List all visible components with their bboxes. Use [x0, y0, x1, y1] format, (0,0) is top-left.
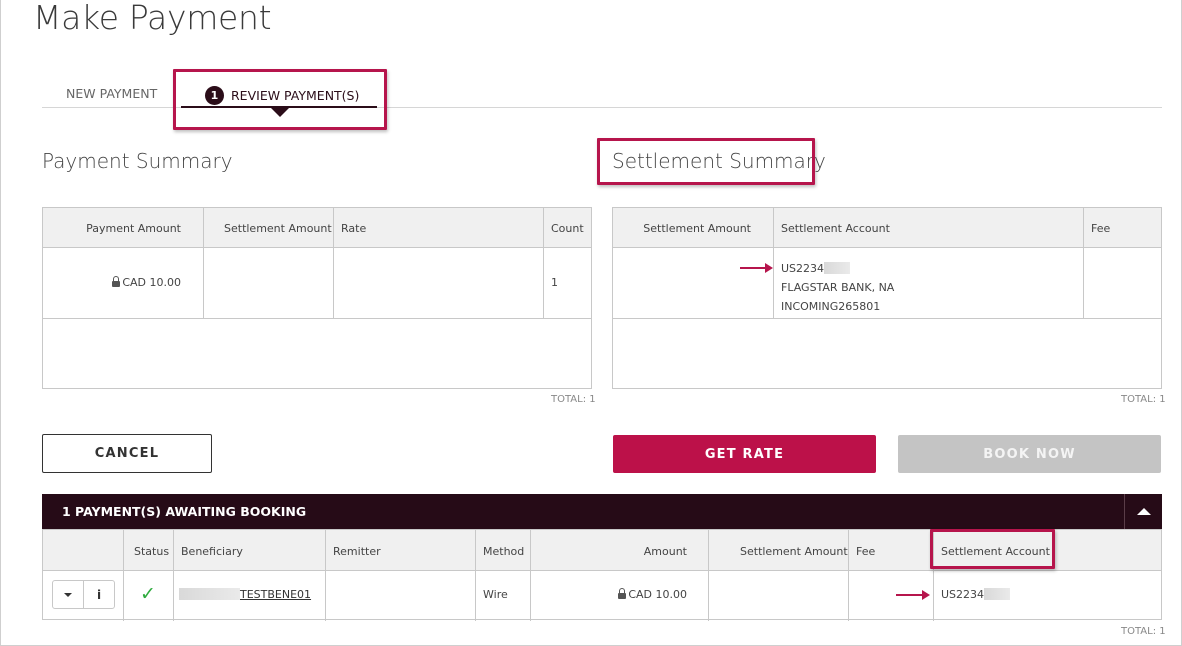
awaiting-booking-total: TOTAL: 1: [1121, 626, 1166, 637]
lock-icon: [618, 588, 627, 599]
settlement-account-reference: INCOMING265801: [781, 300, 881, 313]
awaiting-booking-title: 1 PAYMENT(S) AWAITING BOOKING: [62, 504, 307, 519]
amount-value: CAD 10.00: [628, 588, 687, 601]
annotation-arrow-icon: [896, 590, 930, 600]
method-cell: Wire: [483, 588, 508, 601]
col-header-beneficiary: Beneficiary: [181, 545, 243, 558]
col-header-settlement-amount: Settlement Amount: [643, 222, 751, 235]
amount-cell: CAD 10.00: [618, 588, 687, 601]
col-header-remitter: Remitter: [333, 545, 381, 558]
col-header-settlement-account: Settlement Account: [781, 222, 890, 235]
col-divider: [848, 530, 849, 621]
settlement-account-number: US2234: [781, 262, 825, 275]
count-cell: 1: [551, 276, 558, 289]
annotation-highlight-settlement: [597, 138, 815, 185]
get-rate-button[interactable]: GET RATE: [613, 435, 876, 473]
row-expand-button[interactable]: [53, 581, 84, 608]
settlement-summary-table: Settlement Amount Settlement Account Fee…: [612, 207, 1162, 389]
col-header-count: Count: [551, 222, 584, 235]
cancel-button[interactable]: CANCEL: [42, 434, 212, 473]
redacted-mask: [179, 588, 240, 600]
chevron-up-icon: [1136, 508, 1151, 515]
col-divider: [173, 530, 174, 621]
col-divider: [708, 530, 709, 621]
payment-amount-value: CAD 10.00: [122, 276, 181, 289]
col-header-settlement-amount: Settlement Amount: [224, 222, 332, 235]
col-header-status: Status: [134, 545, 170, 558]
col-divider: [203, 208, 204, 318]
settlement-account-value: US2234: [941, 588, 985, 601]
settlement-account-cell: US2234: [941, 588, 1011, 601]
col-divider: [773, 208, 774, 318]
col-divider: [1083, 208, 1084, 318]
collapse-toggle-button[interactable]: [1124, 494, 1162, 529]
row-info-button[interactable]: i: [84, 581, 114, 608]
col-divider: [543, 208, 544, 318]
row-actions: i: [52, 580, 115, 609]
settlement-bank-name: FLAGSTAR BANK, NA: [781, 281, 895, 294]
col-header-fee: Fee: [856, 545, 876, 558]
lock-icon: [112, 276, 121, 287]
col-divider: [123, 530, 124, 621]
payment-summary-title: Payment Summary: [42, 149, 233, 173]
redacted-mask: [824, 262, 851, 274]
annotation-highlight-tab: [173, 69, 387, 130]
col-header-fee: Fee: [1091, 222, 1111, 235]
annotation-highlight-settlement-account: [930, 529, 1055, 569]
check-icon: ✓: [140, 583, 156, 605]
settlement-account-cell: US2234 FLAGSTAR BANK, NA INCOMING265801: [781, 259, 894, 316]
settlement-summary-total: TOTAL: 1: [1121, 394, 1166, 405]
beneficiary-cell: TESTBENE01: [179, 588, 311, 601]
tab-new-payment[interactable]: NEW PAYMENT: [66, 86, 157, 101]
row-divider: [613, 318, 1161, 319]
annotation-arrow-icon: [740, 263, 773, 273]
col-divider: [475, 530, 476, 621]
col-divider: [333, 208, 334, 318]
col-header-amount: Amount: [643, 545, 687, 558]
book-now-button[interactable]: BOOK NOW: [898, 435, 1161, 473]
row-divider: [43, 318, 591, 319]
col-header-payment-amount: Payment Amount: [86, 222, 181, 235]
col-header-method: Method: [483, 545, 525, 558]
chevron-down-icon: [64, 592, 72, 597]
beneficiary-link[interactable]: TESTBENE01: [240, 588, 311, 601]
col-header-rate: Rate: [341, 222, 367, 235]
redacted-mask: [984, 588, 1011, 600]
payment-summary-total: TOTAL: 1: [551, 394, 596, 405]
page-title: Make Payment: [33, 0, 272, 37]
col-divider: [325, 530, 326, 621]
payment-amount-cell: CAD 10.00: [112, 276, 181, 289]
payment-summary-table: Payment Amount Settlement Amount Rate Co…: [42, 207, 592, 389]
col-divider: [530, 530, 531, 621]
col-header-settlement-amount: Settlement Amount: [740, 545, 848, 558]
awaiting-booking-header: 1 PAYMENT(S) AWAITING BOOKING: [42, 494, 1162, 529]
